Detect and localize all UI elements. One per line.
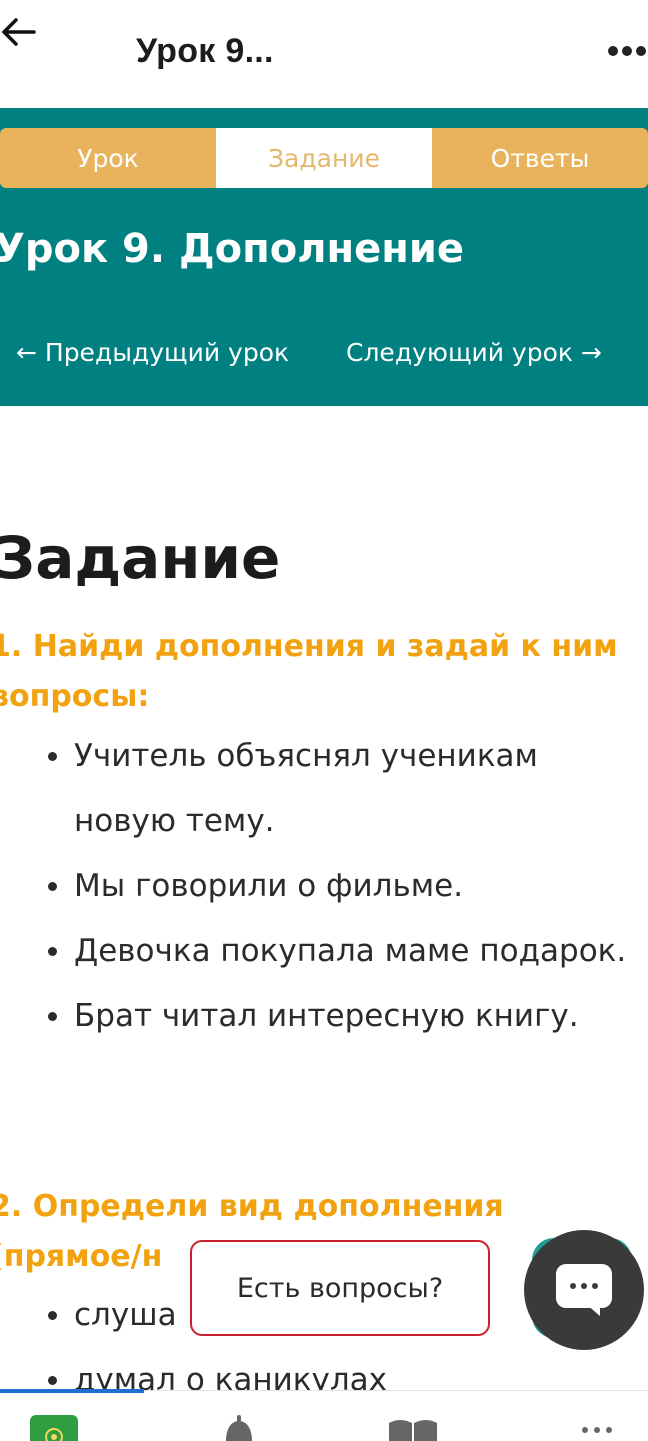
more-dots-icon <box>608 46 618 56</box>
home-icon <box>30 1415 78 1441</box>
tab-bar: Урок Задание Ответы <box>0 128 648 188</box>
questions-popup[interactable]: Есть вопросы? <box>190 1240 490 1336</box>
nav-more[interactable] <box>574 1415 624 1441</box>
top-app-bar: Урок 9... <box>0 0 648 108</box>
tab-task[interactable]: Задание <box>216 128 432 188</box>
lesson-hero: Урок Задание Ответы Урок 9. Дополнение ←… <box>0 108 648 406</box>
previous-lesson-link[interactable]: ← Предыдущий урок <box>16 338 289 367</box>
tab-lesson[interactable]: Урок <box>0 128 216 188</box>
list-item: Мы говорили о фильме. <box>48 854 648 919</box>
next-lesson-link[interactable]: Следующий урок → <box>346 338 602 367</box>
nav-active-indicator <box>0 1389 144 1393</box>
chat-button[interactable] <box>524 1230 644 1350</box>
arrow-left-icon <box>2 18 36 46</box>
back-button[interactable] <box>0 12 40 52</box>
page-title: Урок 9... <box>136 32 274 70</box>
task1-list: Учитель объяснял ученикам новую тему. Мы… <box>0 724 648 1049</box>
more-options-button[interactable] <box>606 38 648 66</box>
section-title: Задание <box>0 524 281 592</box>
bottom-navigation <box>0 1390 648 1441</box>
list-item: Учитель объяснял ученикам новую тему. <box>48 724 648 854</box>
tab-answers[interactable]: Ответы <box>432 128 648 188</box>
chat-bubble-icon <box>556 1264 612 1308</box>
nav-library[interactable] <box>388 1415 438 1441</box>
lesson-title: Урок 9. Дополнение <box>0 226 465 272</box>
more-horizontal-icon <box>582 1427 588 1433</box>
book-icon <box>389 1420 437 1441</box>
nav-home[interactable] <box>30 1415 80 1441</box>
list-item: Девочка покупала маме подарок. <box>48 919 648 984</box>
task1-heading: 1. Найди дополнения и задай к ним вопрос… <box>0 629 618 714</box>
bell-icon <box>226 1415 252 1441</box>
nav-notifications[interactable] <box>214 1415 264 1441</box>
list-item: Брат читал интересную книгу. <box>48 984 648 1049</box>
